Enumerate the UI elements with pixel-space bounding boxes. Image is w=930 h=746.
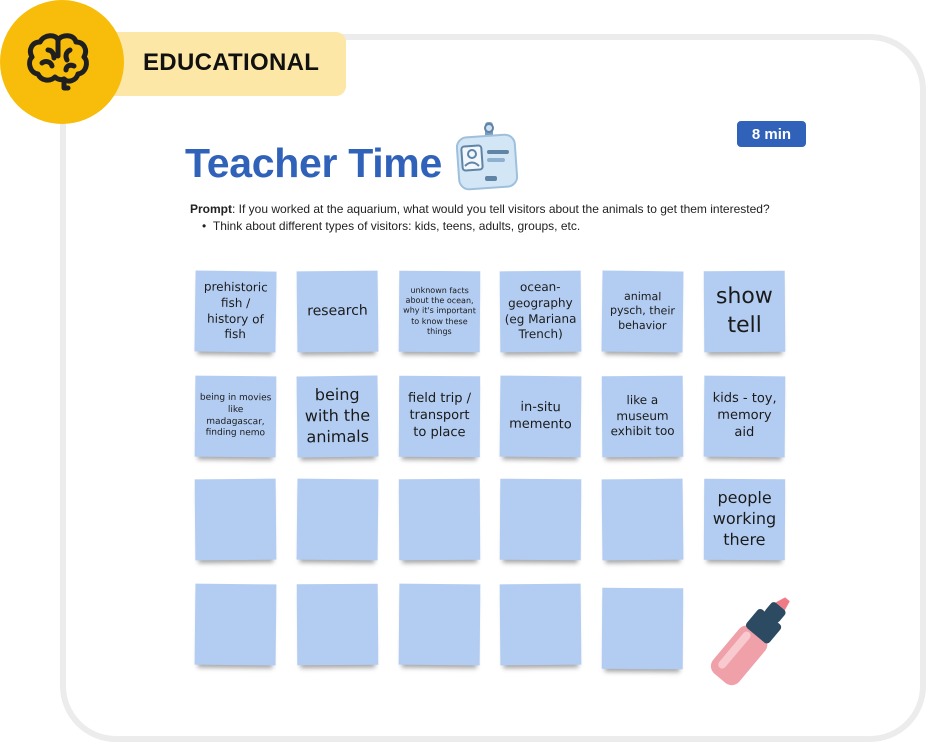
sticky-note[interactable]: research bbox=[296, 270, 379, 353]
prompt-lead: Prompt bbox=[190, 202, 232, 216]
sticky-note[interactable]: people working there bbox=[703, 478, 786, 561]
sticky-note[interactable]: ocean- geography (eg Mariana Trench) bbox=[499, 270, 582, 353]
sticky-note[interactable] bbox=[499, 478, 582, 561]
sticky-note-text: kids - toy, memory aid bbox=[712, 390, 777, 441]
sticky-note[interactable] bbox=[296, 583, 379, 666]
sticky-note-text: animal pysch, their behavior bbox=[609, 289, 676, 332]
id-badge-icon bbox=[455, 122, 518, 191]
sticky-note-text: people working there bbox=[712, 488, 777, 550]
brain-icon bbox=[27, 33, 89, 91]
sticky-note-text: field trip / transport to place bbox=[408, 390, 472, 441]
sticky-note-text: prehistoric fish / history of fish bbox=[203, 279, 268, 342]
sticky-note[interactable]: animal pysch, their behavior bbox=[601, 270, 684, 353]
sticky-note[interactable] bbox=[601, 478, 684, 561]
sticky-note-text: show tell bbox=[715, 283, 773, 338]
sticky-note[interactable] bbox=[499, 583, 582, 666]
sticky-note[interactable]: field trip / transport to place bbox=[398, 375, 481, 458]
sticky-note[interactable] bbox=[194, 583, 277, 666]
sticky-note-text: like a museum exhibit too bbox=[610, 392, 675, 439]
prompt-bullet-text: Think about different types of visitors:… bbox=[212, 219, 581, 233]
prompt-body: : If you worked at the aquarium, what wo… bbox=[232, 202, 770, 216]
sticky-note-text: being in movies like madagascar, finding… bbox=[199, 392, 272, 439]
sticky-note[interactable]: being with the animals bbox=[296, 375, 379, 458]
sticky-note[interactable]: being in movies like madagascar, finding… bbox=[194, 375, 277, 458]
sticky-note[interactable] bbox=[398, 583, 481, 666]
prompt-text: Prompt: If you worked at the aquarium, w… bbox=[190, 202, 830, 216]
timer-badge: 8 min bbox=[737, 121, 806, 147]
sticky-note-text: research bbox=[307, 303, 368, 320]
sticky-note[interactable]: like a museum exhibit too bbox=[601, 375, 684, 458]
sticky-note[interactable]: unknown facts about the ocean, why it's … bbox=[398, 270, 481, 353]
marker-icon[interactable] bbox=[697, 590, 807, 690]
sticky-note[interactable] bbox=[194, 478, 277, 561]
sticky-note[interactable] bbox=[296, 478, 379, 561]
category-label: EDUCATIONAL bbox=[143, 49, 320, 76]
sticky-note[interactable] bbox=[601, 587, 684, 670]
category-badge bbox=[0, 0, 124, 124]
sticky-note[interactable]: show tell bbox=[703, 270, 786, 353]
sticky-note-text: unknown facts about the ocean, why it's … bbox=[403, 285, 476, 337]
sticky-note[interactable]: in-situ memento bbox=[499, 375, 582, 458]
sticky-note-text: being with the animals bbox=[304, 385, 371, 447]
sticky-note-text: ocean- geography (eg Mariana Trench) bbox=[504, 280, 577, 342]
prompt-bullet: • Think about different types of visitor… bbox=[202, 219, 581, 233]
sticky-note[interactable]: prehistoric fish / history of fish bbox=[194, 270, 277, 353]
page-title: Teacher Time bbox=[185, 140, 442, 186]
sticky-note[interactable]: kids - toy, memory aid bbox=[703, 375, 786, 458]
sticky-note[interactable] bbox=[398, 478, 481, 561]
sticky-note-text: in-situ memento bbox=[509, 399, 572, 432]
